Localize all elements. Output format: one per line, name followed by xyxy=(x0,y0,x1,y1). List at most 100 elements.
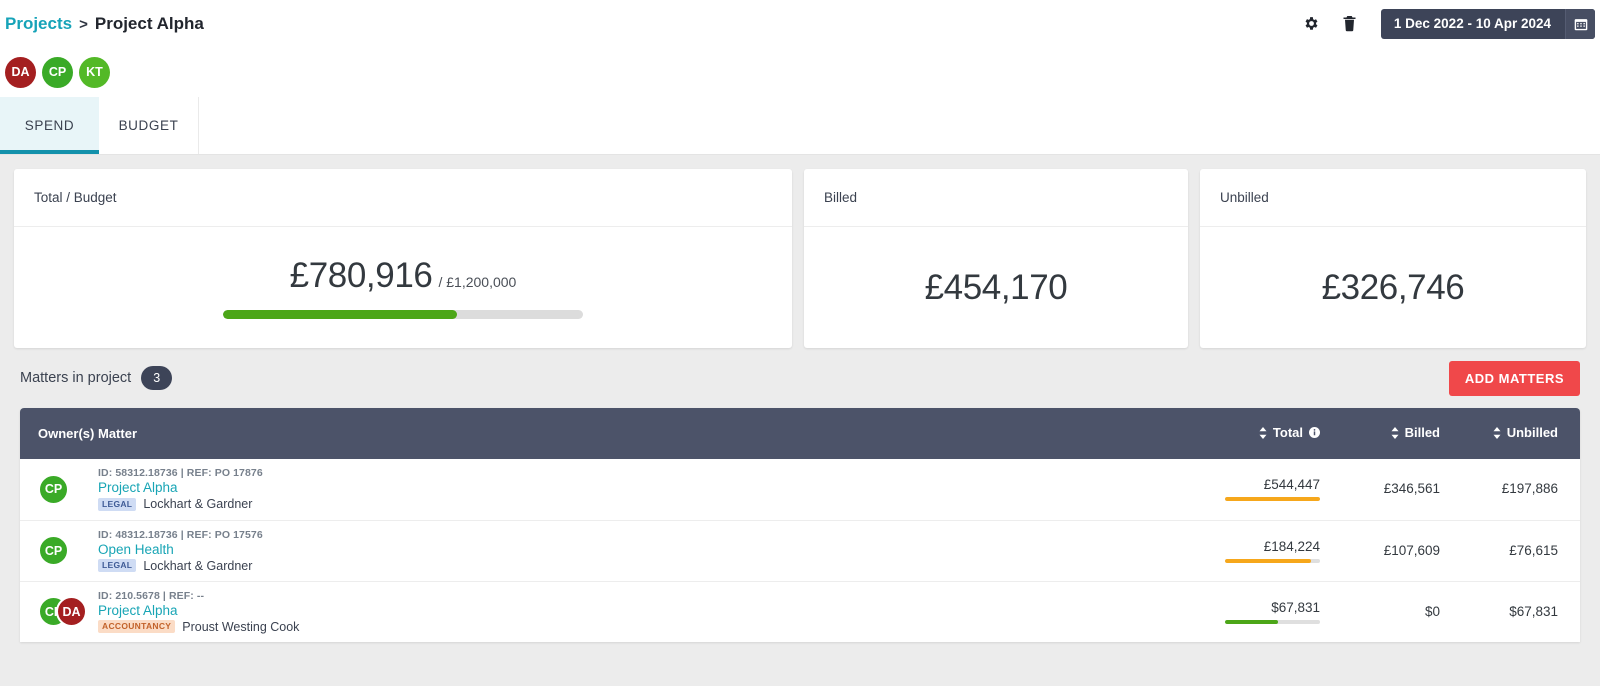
settings-button[interactable] xyxy=(1293,0,1331,47)
tab-spend[interactable]: SPEND xyxy=(0,97,99,154)
row-total-bar-fill xyxy=(1225,619,1279,624)
matters-count-badge: 3 xyxy=(141,366,173,390)
table-header-row: Owner(s) Matter Total Billed Unbilled xyxy=(20,408,1580,459)
avatar-initials: DA xyxy=(11,65,30,79)
tab-bar: SPEND BUDGET xyxy=(0,97,1600,155)
column-header-billed-label: Billed xyxy=(1404,425,1440,441)
row-total-bar-fill xyxy=(1225,558,1311,563)
row-unbilled-value: £76,615 xyxy=(1509,542,1558,558)
matter-id-ref: ID: 48312.18736 | REF: PO 17576 xyxy=(98,528,263,541)
row-total-bar-fill xyxy=(1225,497,1320,502)
row-unbilled-value: £197,886 xyxy=(1501,481,1558,497)
card-total-budget-title: Total / Budget xyxy=(14,169,792,227)
column-header-matter: Matter xyxy=(98,408,1150,459)
matter-name-link[interactable]: Open Health xyxy=(98,542,1150,557)
billed-amount: £454,170 xyxy=(924,267,1068,307)
table-row[interactable]: CP ID: 58312.18736 | REF: PO 17876 Proje… xyxy=(20,459,1580,521)
budget-progress-bar xyxy=(223,310,583,319)
row-unbilled: $67,831 xyxy=(1460,581,1580,642)
row-billed: £107,609 xyxy=(1340,520,1460,582)
card-billed-body: £454,170 xyxy=(804,227,1188,348)
matter-name-link[interactable]: Project Alpha xyxy=(98,603,1150,618)
avatar[interactable]: KT xyxy=(79,56,110,88)
table-row[interactable]: CP ID: 48312.18736 | REF: PO 17576 Open … xyxy=(20,520,1580,582)
breadcrumb: Projects > Project Alpha xyxy=(0,14,204,34)
top-bar: Projects > Project Alpha 1 Dec 2022 - 10… xyxy=(0,0,1600,47)
top-bar-actions: 1 Dec 2022 - 10 Apr 2024 xyxy=(1293,0,1600,47)
row-billed: £346,561 xyxy=(1340,459,1460,521)
tab-bar-filler xyxy=(198,97,1600,154)
row-billed-value: £107,609 xyxy=(1383,542,1440,558)
row-billed-value: $0 xyxy=(1424,603,1440,619)
table-row[interactable]: CP DA ID: 210.5678 | REF: -- Project Alp… xyxy=(20,581,1580,642)
column-header-total-label: Total xyxy=(1272,425,1303,441)
avatar[interactable]: DA xyxy=(56,596,87,628)
row-unbilled: £197,886 xyxy=(1460,459,1580,521)
avatar-initials: CP xyxy=(48,65,67,79)
matter-firm: Proust Westing Cook xyxy=(182,619,300,634)
card-billed: Billed £454,170 xyxy=(804,169,1188,348)
avatar[interactable]: CP xyxy=(42,56,73,88)
row-total-value: £184,224 xyxy=(1263,538,1320,554)
trash-icon xyxy=(1342,15,1357,32)
tab-spend-label: SPEND xyxy=(24,118,75,133)
card-total-budget-body: £780,916 / £1,200,000 xyxy=(14,227,792,348)
calendar-icon[interactable] xyxy=(1565,8,1595,39)
matter-id-ref: ID: 58312.18736 | REF: PO 17876 xyxy=(98,467,263,480)
row-total-bar xyxy=(1225,558,1320,563)
row-matter: ID: 58312.18736 | REF: PO 17876 Project … xyxy=(98,459,1150,521)
tab-budget[interactable]: BUDGET xyxy=(99,97,198,154)
column-header-billed[interactable]: Billed xyxy=(1340,408,1460,459)
matter-firm: Lockhart & Gardner xyxy=(143,497,253,512)
column-header-matter-label: Matter xyxy=(98,426,138,441)
matter-name-link[interactable]: Project Alpha xyxy=(98,480,1150,495)
row-total: $67,831 xyxy=(1150,581,1340,642)
project-members: DA CP KT xyxy=(0,47,1600,97)
row-billed: $0 xyxy=(1340,581,1460,642)
avatar-initials: KT xyxy=(86,65,103,79)
card-unbilled-body: £326,746 xyxy=(1200,227,1586,348)
breadcrumb-projects-link[interactable]: Projects xyxy=(5,14,72,34)
breadcrumb-separator: > xyxy=(79,15,88,33)
row-owners: CP xyxy=(20,520,98,582)
sort-icon[interactable] xyxy=(1391,426,1399,439)
date-range-label: 1 Dec 2022 - 10 Apr 2024 xyxy=(1393,16,1551,31)
row-matter: ID: 210.5678 | REF: -- Project Alpha ACC… xyxy=(98,581,1150,642)
row-owners: CP DA xyxy=(20,581,98,642)
avatar[interactable]: DA xyxy=(5,56,36,88)
row-total: £544,447 xyxy=(1150,459,1340,521)
info-icon[interactable] xyxy=(1309,427,1320,439)
column-header-total[interactable]: Total xyxy=(1150,408,1340,459)
sort-icon[interactable] xyxy=(1259,426,1267,439)
date-range-picker[interactable]: 1 Dec 2022 - 10 Apr 2024 xyxy=(1380,8,1595,39)
card-billed-title: Billed xyxy=(804,169,1188,227)
column-header-unbilled[interactable]: Unbilled xyxy=(1460,408,1580,459)
delete-button[interactable] xyxy=(1331,0,1369,47)
row-total-bar xyxy=(1225,497,1320,502)
row-total-value: $67,831 xyxy=(1271,599,1320,615)
total-budget-amount: / £1,200,000 xyxy=(438,274,517,290)
column-header-owners-label: Owner(s) xyxy=(38,426,95,441)
sort-icon[interactable] xyxy=(1493,426,1501,439)
card-unbilled-title: Unbilled xyxy=(1200,169,1586,227)
row-unbilled: £76,615 xyxy=(1460,520,1580,582)
matter-firm: Lockhart & Gardner xyxy=(143,558,253,573)
tab-budget-label: BUDGET xyxy=(118,118,179,133)
matters-table: Owner(s) Matter Total Billed Unbilled CP… xyxy=(20,408,1580,642)
total-amount-row: £780,916 / £1,200,000 xyxy=(290,256,517,296)
row-unbilled-value: $67,831 xyxy=(1509,603,1558,619)
avatar[interactable]: CP xyxy=(38,473,69,505)
summary-cards: Total / Budget £780,916 / £1,200,000 Bil… xyxy=(0,155,1600,348)
avatar-initials: CP xyxy=(44,482,63,497)
row-total-bar xyxy=(1225,619,1320,624)
card-unbilled: Unbilled £326,746 xyxy=(1200,169,1586,348)
breadcrumb-current: Project Alpha xyxy=(94,13,204,33)
row-total-value: £544,447 xyxy=(1263,477,1320,493)
avatar[interactable]: CP xyxy=(38,535,69,566)
column-header-owners: Owner(s) xyxy=(20,408,98,459)
matter-type-tag: LEGAL xyxy=(98,497,137,511)
avatar-initials: DA xyxy=(62,604,81,619)
add-matters-button[interactable]: ADD MATTERS xyxy=(1448,360,1580,396)
matters-label: Matters in project xyxy=(20,370,132,386)
matters-section-header: Matters in project 3 ADD MATTERS xyxy=(0,348,1600,408)
